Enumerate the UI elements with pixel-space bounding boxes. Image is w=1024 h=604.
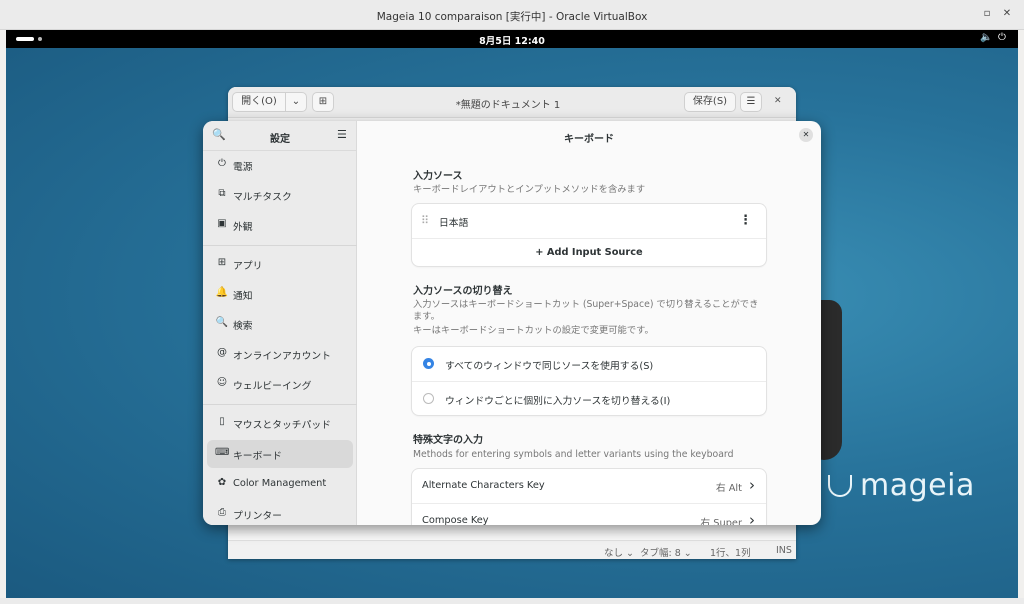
open-button[interactable]: 開く(O) xyxy=(232,92,286,112)
apps-grid-icon: ⊞ xyxy=(217,257,227,268)
close-icon[interactable]: ✕ xyxy=(1000,7,1014,21)
input-source-row[interactable]: ⠿ 日本語 ⋮ xyxy=(412,204,766,238)
appearance-icon: ▣ xyxy=(217,218,227,229)
chevron-right-icon: › xyxy=(749,476,755,494)
vbox-status-strip xyxy=(0,598,1024,604)
virtualbox-titlebar: Mageia 10 comparaison [実行中] - Oracle Vir… xyxy=(0,0,1024,30)
sidebar-item-apps[interactable]: ⊞ アプリ xyxy=(207,250,353,278)
volume-icon[interactable]: 🔈 xyxy=(980,32,992,43)
sidebar-item-wellbeing[interactable]: ☺ ウェルビーイング xyxy=(207,370,353,398)
drag-handle-icon[interactable]: ⠿ xyxy=(421,214,429,227)
settings-window: 🔍 設定 ☰ ⏻ 電源 ⧉ マルチタスク ▣ 外観 ⊞ アプリ 🔔 通知 🔍 検索 @ オンラ… xyxy=(203,121,821,525)
sidebar-item-printers[interactable]: ⎙ プリンター xyxy=(207,500,353,525)
sidebar-header: 🔍 設定 ☰ xyxy=(203,121,357,151)
page-title: キーボード xyxy=(564,134,614,145)
open-dropdown-chevron-icon[interactable]: ⌄ xyxy=(285,92,307,112)
search-icon: 🔍 xyxy=(215,317,229,328)
power-icon: ⏻ xyxy=(218,158,226,169)
language-selector[interactable]: なし ⌄ xyxy=(604,545,634,559)
radio-row-same-source[interactable]: すべてのウィンドウで同じソースを使用する(S) xyxy=(412,347,766,381)
text-editor-statusbar: なし ⌄ タブ幅: 8 ⌄ 1行、1列 INS xyxy=(228,540,796,559)
insert-mode: INS xyxy=(776,545,792,556)
mageia-logo: mageia xyxy=(828,468,975,503)
special-chars-desc: Methods for entering symbols and letter … xyxy=(413,449,734,460)
compose-key-row[interactable]: Compose Key 右 Super › xyxy=(412,503,766,525)
sidebar-divider xyxy=(203,245,357,246)
sidebar-divider xyxy=(203,404,357,405)
sidebar-item-search[interactable]: 🔍 検索 xyxy=(207,310,353,338)
radio-selected[interactable] xyxy=(423,358,434,369)
gnome-top-bar: 8月5日 12:40 🔈 ⏻ xyxy=(6,30,1018,48)
radio-unselected[interactable] xyxy=(423,393,434,404)
hamburger-menu-icon[interactable]: ☰ xyxy=(337,128,347,141)
compose-key-value: 右 Super xyxy=(700,518,742,525)
color-management-icon: ✿ xyxy=(217,477,227,488)
close-icon[interactable]: ✕ xyxy=(799,128,813,142)
special-chars-title: 特殊文字の入力 xyxy=(413,435,483,446)
alternate-characters-key-label: Alternate Characters Key xyxy=(422,480,545,491)
clock[interactable]: 8月5日 12:40 xyxy=(6,33,1018,47)
restore-icon[interactable]: ▫ xyxy=(980,7,994,21)
sidebar-item-keyboard[interactable]: ⌨ キーボード xyxy=(207,440,353,468)
sidebar-item-mouse-touchpad[interactable]: ▯ マウスとタッチパッド xyxy=(207,409,353,437)
more-options-icon[interactable]: ⋮ xyxy=(739,213,752,228)
hamburger-menu-icon[interactable]: ☰ xyxy=(740,92,762,112)
sidebar-item-multitasking[interactable]: ⧉ マルチタスク xyxy=(207,181,353,209)
sidebar-item-power[interactable]: ⏻ 電源 xyxy=(207,151,353,179)
mouse-icon: ▯ xyxy=(219,416,225,427)
alternate-characters-key-row[interactable]: Alternate Characters Key 右 Alt › xyxy=(412,469,766,503)
wellbeing-icon: ☺ xyxy=(216,377,228,388)
at-sign-icon: @ xyxy=(217,347,227,358)
bell-icon: 🔔 xyxy=(215,287,229,298)
add-input-source-button[interactable]: + Add Input Source xyxy=(412,238,766,266)
power-icon[interactable]: ⏻ xyxy=(998,32,1006,43)
special-chars-card: Alternate Characters Key 右 Alt › Compose… xyxy=(412,469,766,525)
option-per-window-label: ウィンドウごとに個別に入力ソースを切り替える(I) xyxy=(445,396,671,407)
alternate-characters-key-value: 右 Alt xyxy=(715,483,742,494)
close-icon[interactable]: ✕ xyxy=(774,96,782,106)
document-title: *無題のドキュメント 1 xyxy=(455,100,561,111)
keyboard-icon: ⌨ xyxy=(215,447,230,458)
radio-row-per-window[interactable]: ウィンドウごとに個別に入力ソースを切り替える(I) xyxy=(412,381,766,415)
new-tab-icon[interactable]: ⊞ xyxy=(312,92,334,112)
settings-sidebar: 🔍 設定 ☰ ⏻ 電源 ⧉ マルチタスク ▣ 外観 ⊞ アプリ 🔔 通知 🔍 検索 @ オンラ… xyxy=(203,121,357,525)
switching-desc-1: 入力ソースはキーボードショートカット (Super+Space) で切り替えるこ… xyxy=(413,299,759,322)
switching-desc-2: キーはキーボードショートカットの設定で変更可能です。 xyxy=(413,325,654,336)
save-button[interactable]: 保存(S) xyxy=(684,92,736,112)
sidebar-item-online-accounts[interactable]: @ オンラインアカウント xyxy=(207,340,353,368)
switching-title: 入力ソースの切り替え xyxy=(413,286,513,297)
text-editor-header: 開く(O) ⌄ ⊞ *無題のドキュメント 1 保存(S) ☰ ✕ xyxy=(228,87,796,118)
input-source-label: 日本語 xyxy=(439,218,469,229)
cursor-position[interactable]: 1行、1列 xyxy=(710,545,751,559)
sidebar-item-appearance[interactable]: ▣ 外観 xyxy=(207,211,353,239)
input-sources-desc: キーボードレイアウトとインプットメソッドを含みます xyxy=(413,184,646,195)
sidebar-item-color-management[interactable]: ✿ Color Management xyxy=(207,470,353,498)
input-sources-title: 入力ソース xyxy=(413,171,463,182)
multitasking-icon: ⧉ xyxy=(218,188,226,199)
compose-key-label: Compose Key xyxy=(422,515,489,525)
sidebar-title: 設定 xyxy=(270,134,290,145)
printer-icon: ⎙ xyxy=(218,507,226,518)
input-sources-card: ⠿ 日本語 ⋮ + Add Input Source xyxy=(412,204,766,266)
option-same-source-label: すべてのウィンドウで同じソースを使用する(S) xyxy=(445,361,654,372)
chevron-right-icon: › xyxy=(749,511,755,525)
switching-card: すべてのウィンドウで同じソースを使用する(S) ウィンドウごとに個別に入力ソース… xyxy=(412,347,766,415)
sidebar-item-notifications[interactable]: 🔔 通知 xyxy=(207,280,353,308)
tab-width-selector[interactable]: タブ幅: 8 ⌄ xyxy=(640,545,692,559)
window-title: Mageia 10 comparaison [実行中] - Oracle Vir… xyxy=(376,11,648,23)
